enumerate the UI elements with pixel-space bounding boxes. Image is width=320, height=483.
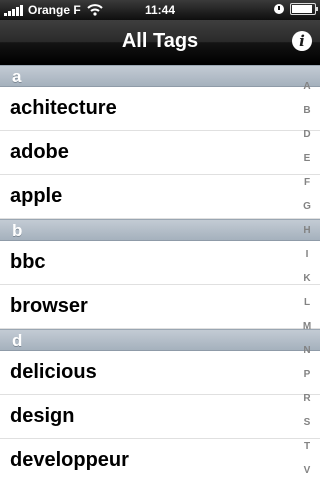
index-letter[interactable]: K: [294, 267, 320, 291]
index-letter[interactable]: L: [294, 291, 320, 315]
page-title: All Tags: [121, 30, 199, 52]
index-letter[interactable]: V: [294, 459, 320, 483]
list-item[interactable]: apple: [0, 175, 320, 219]
index-letter[interactable]: B: [294, 99, 320, 123]
section-header-d: d: [0, 329, 320, 351]
status-time: 11:44: [144, 3, 176, 17]
orientation-lock-icon: [274, 4, 284, 14]
index-letter[interactable]: F: [294, 171, 320, 195]
index-letter[interactable]: R: [294, 387, 320, 411]
navigation-bar: All Tags i: [0, 20, 320, 65]
tags-table: a achitecture adobe apple b bbc browser …: [0, 65, 320, 480]
battery-icon: [290, 3, 318, 15]
list-item[interactable]: adobe: [0, 131, 320, 175]
info-button[interactable]: i: [292, 31, 312, 51]
index-letter[interactable]: N: [294, 339, 320, 363]
section-header-b: b: [0, 219, 320, 241]
list-item[interactable]: developpeur: [0, 439, 320, 480]
index-letter[interactable]: E: [294, 147, 320, 171]
index-letter[interactable]: M: [294, 315, 320, 339]
index-letter[interactable]: P: [294, 363, 320, 387]
index-letter[interactable]: G: [294, 195, 320, 219]
index-letter[interactable]: T: [294, 435, 320, 459]
section-header-a: a: [0, 65, 320, 87]
list-item[interactable]: bbc: [0, 241, 320, 285]
index-letter[interactable]: H: [294, 219, 320, 243]
section-index-bar[interactable]: A B D E F G H I K L M N P R S T V: [294, 75, 320, 483]
index-letter[interactable]: I: [294, 243, 320, 267]
list-item[interactable]: achitecture: [0, 87, 320, 131]
status-bar: Orange F 11:44: [0, 0, 320, 20]
list-item[interactable]: delicious: [0, 351, 320, 395]
list-item[interactable]: design: [0, 395, 320, 439]
index-letter[interactable]: S: [294, 411, 320, 435]
list-item[interactable]: browser: [0, 285, 320, 329]
index-letter[interactable]: D: [294, 123, 320, 147]
index-letter[interactable]: A: [294, 75, 320, 99]
